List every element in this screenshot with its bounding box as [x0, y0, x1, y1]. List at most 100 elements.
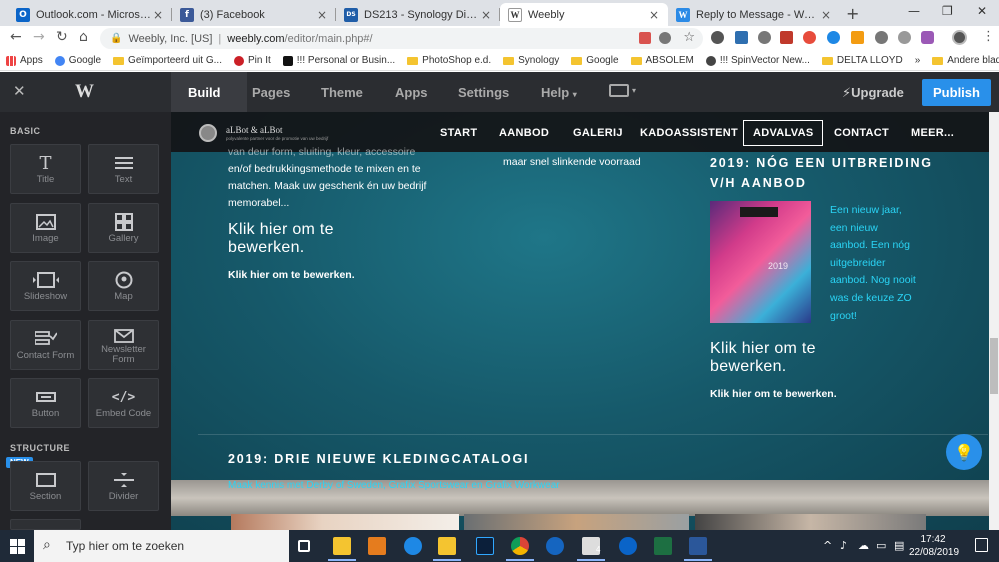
- chevron-up-icon[interactable]: ^: [823, 539, 832, 552]
- site-nav-advalvas[interactable]: ADVALVAS: [743, 120, 824, 146]
- cloud-icon[interactable]: ☁: [858, 539, 869, 552]
- site-logo[interactable]: [199, 124, 217, 142]
- tab-theme[interactable]: Theme: [321, 85, 363, 100]
- browser-menu-icon[interactable]: ⋮: [982, 29, 995, 44]
- tab-pages[interactable]: Pages: [252, 85, 290, 100]
- upgrade-link[interactable]: ⚡Upgrade: [842, 85, 904, 101]
- home-icon[interactable]: ⌂: [79, 29, 88, 45]
- edge-icon[interactable]: [404, 537, 422, 555]
- excel-icon[interactable]: [654, 537, 672, 555]
- acrobat-extension-icon[interactable]: [780, 31, 793, 44]
- tab-facebook[interactable]: f (3) Facebook ×: [172, 3, 336, 26]
- chrome-icon[interactable]: [511, 537, 529, 555]
- element-slideshow[interactable]: Slideshow: [10, 261, 81, 311]
- tab-weebly[interactable]: W Weebly ×: [500, 3, 668, 26]
- forward-arrow-icon[interactable]: →: [33, 29, 45, 45]
- extension-icon[interactable]: [803, 31, 816, 44]
- close-tab-icon[interactable]: ×: [820, 8, 832, 22]
- back-arrow-icon[interactable]: ←: [10, 29, 22, 45]
- bookmark-folder[interactable]: Synology: [497, 55, 565, 66]
- notification-center-icon[interactable]: [975, 538, 988, 552]
- site-nav-meer[interactable]: MEER...: [911, 127, 954, 139]
- element-button[interactable]: Button: [10, 378, 81, 428]
- site-nav-galerij[interactable]: GALERIJ: [573, 127, 623, 139]
- element-map[interactable]: Map: [88, 261, 159, 311]
- element-text[interactable]: Text: [88, 144, 159, 194]
- bookmark-personal[interactable]: !!! Personal or Busin...: [277, 55, 401, 66]
- reload-icon[interactable]: ↻: [56, 29, 68, 45]
- close-tab-icon[interactable]: ×: [480, 8, 492, 22]
- system-clock[interactable]: 17:42 22/08/2019: [909, 533, 959, 559]
- element-embed-code[interactable]: </> Embed Code: [88, 378, 159, 428]
- extension-icon[interactable]: [758, 31, 771, 44]
- photoshop-icon[interactable]: [476, 537, 494, 555]
- close-tab-icon[interactable]: ×: [152, 8, 164, 22]
- scrollbar-thumb[interactable]: [990, 338, 998, 394]
- element-section[interactable]: Section: [10, 461, 81, 511]
- media-player-icon[interactable]: [368, 537, 386, 555]
- caret-down-icon[interactable]: ▾: [632, 86, 636, 95]
- internet-explorer-icon[interactable]: [546, 537, 564, 555]
- bookmarks-overflow[interactable]: »: [909, 55, 927, 66]
- middle-text[interactable]: maar snel slinkende voorraad: [503, 154, 641, 171]
- right-cyan-text[interactable]: Een nieuw jaar, een nieuw aanbod. Een nó…: [830, 202, 940, 325]
- left-klik-title[interactable]: Klik hier om te bewerken.: [228, 221, 334, 257]
- extension-icon[interactable]: [921, 31, 934, 44]
- bookmark-google[interactable]: Google: [49, 55, 107, 66]
- catalog-2019-image[interactable]: 2019: [710, 201, 811, 323]
- volume-icon[interactable]: ♪: [840, 539, 847, 552]
- windows-start-icon[interactable]: [10, 539, 25, 554]
- extension-icon[interactable]: [851, 31, 864, 44]
- extension-icon[interactable]: [875, 31, 888, 44]
- tab-apps[interactable]: Apps: [395, 85, 428, 100]
- lightbulb-help-icon[interactable]: 💡: [946, 434, 982, 470]
- pinterest-extension-icon[interactable]: [711, 31, 724, 44]
- bookmark-other[interactable]: Andere bladwijzers: [926, 55, 999, 66]
- element-gallery[interactable]: Gallery: [88, 203, 159, 253]
- profile-avatar[interactable]: [952, 30, 967, 45]
- right-klik-title[interactable]: Klik hier om te bewerken.: [710, 340, 816, 376]
- file-explorer-icon[interactable]: [438, 537, 456, 555]
- bookmark-folder[interactable]: Google: [565, 55, 624, 66]
- keyboard-icon[interactable]: ▤: [894, 539, 904, 552]
- page-scrollbar[interactable]: [989, 112, 999, 530]
- left-klik-text[interactable]: Klik hier om te bewerken.: [228, 269, 355, 281]
- extension-icon[interactable]: [827, 31, 840, 44]
- bookmark-spinvector[interactable]: !!! SpinVector New...: [700, 55, 816, 66]
- extension-icon[interactable]: [735, 31, 748, 44]
- catalog-photo[interactable]: [231, 514, 459, 530]
- battery-icon[interactable]: ▭: [876, 539, 886, 552]
- bookmark-folder[interactable]: Geïmporteerd uit G...: [107, 55, 228, 66]
- element-contact-form[interactable]: Contact Form: [10, 320, 81, 370]
- element-title[interactable]: T Title: [10, 144, 81, 194]
- blocked-popup-icon[interactable]: [639, 32, 651, 44]
- bookmark-folder[interactable]: DELTA LLOYD: [816, 55, 909, 66]
- bottom-heading[interactable]: 2019: DRIE NIEUWE KLEDINGCATALOGI: [228, 449, 529, 469]
- file-explorer-icon[interactable]: [333, 537, 351, 555]
- tab-settings[interactable]: Settings: [458, 85, 509, 100]
- bookmark-star-icon[interactable]: ☆: [683, 30, 695, 45]
- site-nav-start[interactable]: START: [440, 127, 477, 139]
- element-image[interactable]: Image: [10, 203, 81, 253]
- restore-window-icon[interactable]: ❐: [942, 4, 953, 18]
- bookmark-folder[interactable]: ABSOLEM: [625, 55, 700, 66]
- minimize-window-icon[interactable]: —: [908, 4, 920, 18]
- outlook-icon[interactable]: [619, 537, 637, 555]
- publish-button[interactable]: Publish: [922, 79, 991, 106]
- key-icon[interactable]: [659, 32, 671, 44]
- word-icon[interactable]: [689, 537, 707, 555]
- bottom-cyan-text[interactable]: Maak kennis met Derby of Sweden, Grafix …: [228, 477, 560, 495]
- address-bar[interactable]: 🔒 Weebly, Inc. [US] | weebly.com/editor/…: [100, 28, 703, 49]
- element-more[interactable]: [10, 519, 81, 530]
- tab-outlook[interactable]: O Outlook.com - Microsoft free p ×: [8, 3, 172, 26]
- right-heading[interactable]: 2019: NÓG EEN UITBREIDING V/H AANBOD: [710, 153, 933, 193]
- tab-help[interactable]: Help ▾: [541, 85, 577, 100]
- close-tab-icon[interactable]: ×: [648, 8, 660, 22]
- taskbar-search[interactable]: ⌕ Typ hier om te zoeken: [34, 530, 289, 562]
- left-text-block[interactable]: van deur form, sluiting, kleur, accessoi…: [228, 144, 448, 212]
- bookmark-folder[interactable]: PhotoShop e.d.: [401, 55, 497, 66]
- site-nav-contact[interactable]: CONTACT: [834, 127, 889, 139]
- close-window-icon[interactable]: ✕: [977, 4, 987, 18]
- tab-weebly-community[interactable]: W Reply to Message - Weebly Co ×: [668, 3, 840, 26]
- element-divider[interactable]: Divider: [88, 461, 159, 511]
